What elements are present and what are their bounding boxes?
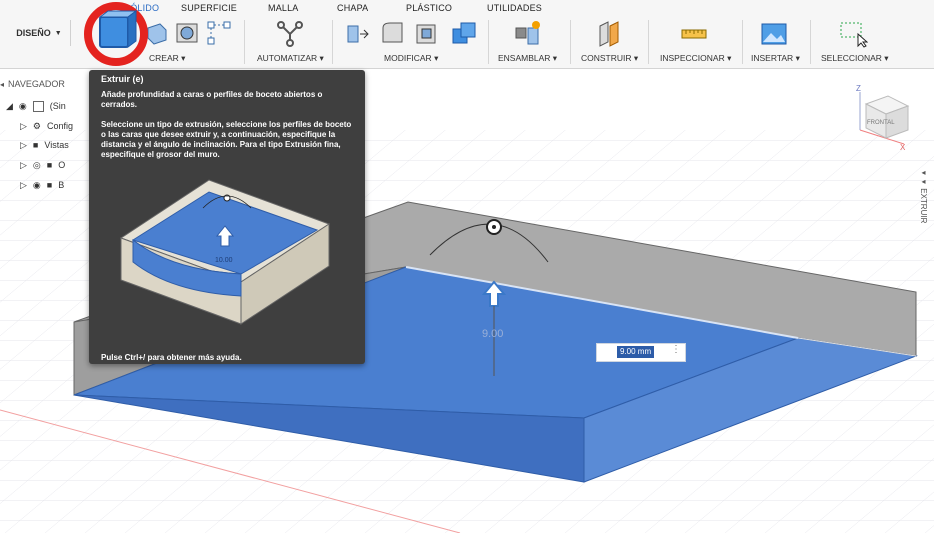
group-label: SELECCIONAR — [821, 53, 882, 63]
extrude-button[interactable] — [82, 1, 150, 67]
eye-icon[interactable]: ◉ — [33, 180, 41, 191]
group-inspeccionar[interactable]: INSPECCIONAR ▾ — [660, 53, 731, 64]
browser-title: NAVEGADOR — [8, 79, 65, 89]
fillet-icon[interactable] — [380, 20, 406, 46]
new-component-icon[interactable] — [514, 20, 542, 48]
collapse-icon: ◂◂ — [919, 168, 928, 189]
pattern-icon[interactable] — [206, 20, 232, 46]
group-seleccionar[interactable]: SELECCIONAR ▾ — [821, 53, 889, 64]
tooltip-footer: Pulse Ctrl+/ para obtener más ayuda. — [101, 353, 242, 362]
browser-item-root[interactable]: ◢ ◉ (Sin — [6, 98, 66, 114]
press-pull-icon[interactable] — [344, 20, 370, 46]
browser-item-label: B — [58, 180, 65, 190]
group-divider — [648, 20, 649, 64]
tab-plastico[interactable]: PLÁSTICO — [406, 3, 452, 13]
combine-icon[interactable] — [450, 20, 478, 48]
tab-malla[interactable]: MALLA — [268, 3, 299, 13]
axis-z-label: Z — [856, 84, 861, 93]
insert-image-icon[interactable] — [760, 20, 788, 48]
folder-icon: ■ — [46, 180, 53, 190]
expand-triangle-icon: ◢ — [6, 100, 13, 111]
group-label: MODIFICAR — [384, 53, 432, 63]
group-construir[interactable]: CONSTRUIR ▾ — [581, 53, 638, 64]
eye-hidden-icon[interactable]: ◎ — [33, 160, 41, 171]
select-window-icon[interactable] — [838, 20, 868, 48]
folder-icon: ■ — [32, 140, 39, 150]
tooltip-illustration: 10.00 — [119, 179, 331, 325]
browser-item-label: Config — [47, 121, 74, 131]
group-label: CREAR — [149, 53, 179, 63]
tooltip-summary: Añade profundidad a caras o perfiles de … — [101, 90, 323, 109]
eye-icon[interactable]: ◉ — [19, 101, 27, 112]
browser-item-origin[interactable]: ▷ ◎ ■ O — [20, 157, 65, 173]
group-label: ENSAMBLAR — [498, 53, 551, 63]
browser-item-label: (Sin — [49, 101, 66, 111]
axis-x-label: X — [900, 143, 906, 152]
more-options-icon[interactable]: ⋮ — [671, 344, 681, 355]
tooltip-description: Seleccione un tipo de extrusión, selecci… — [101, 120, 352, 159]
group-label: INSPECCIONAR — [660, 53, 725, 63]
group-automatizar[interactable]: AUTOMATIZAR ▾ — [257, 53, 324, 64]
viewcube-label: FRONTAL — [867, 120, 895, 126]
tab-utilidades[interactable]: UTILIDADES — [487, 3, 542, 13]
group-divider — [570, 20, 571, 64]
tooltip-title: Extruir (e) — [101, 74, 144, 84]
shell-icon[interactable] — [414, 20, 440, 46]
group-ensamblar[interactable]: ENSAMBLAR ▾ — [498, 53, 557, 64]
group-divider — [488, 20, 489, 64]
distance-input-value[interactable]: 9.00 mm — [617, 346, 655, 358]
collapse-triangle-icon: ◂ — [0, 79, 5, 89]
expand-icon[interactable]: ▷ — [20, 180, 27, 191]
angle-manipulator-dot — [492, 225, 496, 229]
extrude-panel-label: EXTRUIR — [919, 188, 928, 224]
extrude-tooltip: Extruir (e) Añade profundidad a caras o … — [89, 70, 365, 364]
hole-icon[interactable] — [174, 20, 200, 46]
measure-icon[interactable] — [680, 20, 708, 48]
group-crear[interactable]: CREAR ▾ — [149, 53, 185, 64]
toolbar: DISEÑO ▼ SÓLIDO SUPERFICIE MALLA CHAPA P… — [0, 0, 934, 69]
dimension-label: 9.00 — [482, 328, 503, 340]
automate-icon[interactable] — [276, 20, 304, 48]
extrude-icon — [99, 16, 129, 48]
expand-icon[interactable]: ▷ — [20, 121, 27, 132]
construct-plane-icon[interactable] — [596, 20, 624, 48]
browser-item-views[interactable]: ▷ ■ Vistas — [20, 137, 69, 153]
group-divider — [244, 20, 245, 64]
group-divider — [810, 20, 811, 64]
browser-item-label: Vistas — [44, 140, 69, 150]
group-label: INSERTAR — [751, 53, 794, 63]
workspace-label: DISEÑO — [16, 28, 51, 38]
tab-superficie[interactable]: SUPERFICIE — [181, 3, 237, 13]
folder-icon: ■ — [46, 160, 53, 170]
browser-item-config[interactable]: ▷ ⚙ Config — [20, 118, 73, 134]
document-icon — [32, 100, 44, 112]
tab-chapa[interactable]: CHAPA — [337, 3, 368, 13]
browser-header[interactable]: ◂ NAVEGADOR — [0, 76, 65, 92]
expand-icon[interactable]: ▷ — [20, 140, 27, 151]
group-label: CONSTRUIR — [581, 53, 632, 63]
browser-item-bodies[interactable]: ▷ ◉ ■ B — [20, 177, 64, 193]
browser-item-label: O — [58, 160, 66, 170]
group-divider — [742, 20, 743, 64]
extrude-panel-tab[interactable]: ◂◂ EXTRUIR — [914, 168, 928, 223]
distance-input[interactable]: 9.00 mm ⋮ — [596, 343, 686, 362]
group-modificar[interactable]: MODIFICAR ▾ — [384, 53, 438, 64]
workspace-switcher-button[interactable]: DISEÑO ▼ — [8, 20, 71, 46]
group-divider — [332, 20, 333, 64]
gear-icon: ⚙ — [32, 120, 41, 131]
illustration-dimension: 10.00 — [215, 257, 233, 264]
group-insertar[interactable]: INSERTAR ▾ — [751, 53, 800, 64]
group-label: AUTOMATIZAR — [257, 53, 318, 63]
expand-icon[interactable]: ▷ — [20, 160, 27, 171]
viewcube[interactable]: Z X FRONTAL — [846, 80, 918, 154]
chevron-down-icon: ▼ — [54, 29, 62, 37]
